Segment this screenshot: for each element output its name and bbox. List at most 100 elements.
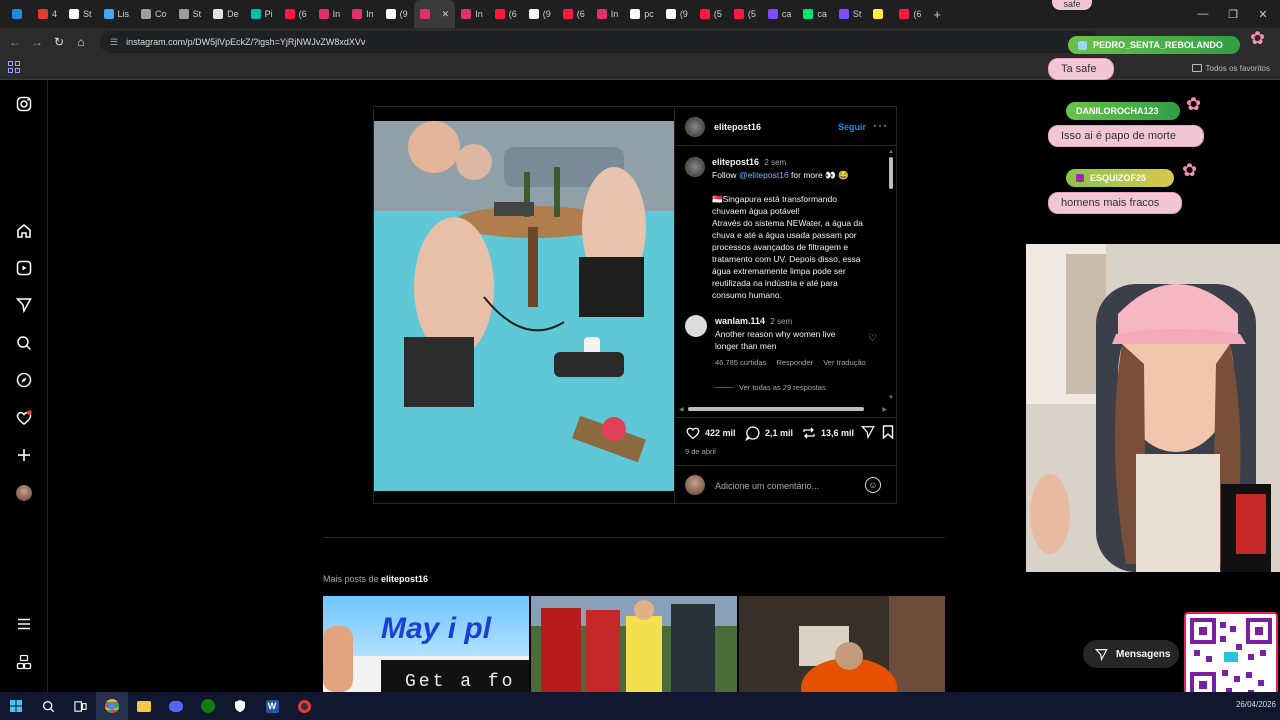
browser-tab[interactable]: (9 [380, 0, 414, 28]
view-replies-button[interactable]: Ver todas as 29 respostas [715, 383, 826, 392]
direct-messages-icon[interactable] [14, 295, 34, 315]
home-nav-icon[interactable] [14, 221, 34, 241]
task-view-icon[interactable] [64, 692, 96, 720]
horizontal-scroll-thumb[interactable] [687, 407, 864, 411]
more-post-thumbnail-1[interactable]: May i pl Get a fo [323, 596, 529, 692]
security-shield-icon[interactable] [224, 692, 256, 720]
browser-tab[interactable]: (9 [523, 0, 557, 28]
browser-tab[interactable]: St [173, 0, 208, 28]
reels-icon[interactable] [14, 258, 34, 278]
repost-action[interactable]: 13,6 mil [801, 425, 854, 441]
browser-tab[interactable]: Co [135, 0, 173, 28]
home-icon[interactable]: ⌂ [70, 31, 92, 53]
browser-tab[interactable]: pc [624, 0, 660, 28]
new-tab-icon[interactable]: + [927, 0, 947, 28]
horizontal-scrollbar[interactable]: ◀ ▶ [679, 405, 887, 413]
more-post-thumbnail-3[interactable] [739, 596, 945, 692]
comment-bubble-icon[interactable] [745, 425, 761, 441]
browser-tab[interactable]: (6 [557, 0, 591, 28]
url-field[interactable]: ☰ instagram.com/p/DW5jlVpEckZ/?igsh=YjRj… [100, 31, 1100, 53]
explore-icon[interactable] [14, 370, 34, 390]
browser-tab[interactable]: (5 [694, 0, 728, 28]
comments-count[interactable]: 2,1 mil [765, 428, 793, 438]
browser-tab[interactable]: 4 [32, 0, 63, 28]
follow-button[interactable]: Seguir [838, 122, 866, 132]
browser-tab[interactable]: De [207, 0, 245, 28]
minimize-icon[interactable]: — [1188, 0, 1218, 28]
add-comment-input[interactable]: Adicione um comentário... [715, 481, 819, 491]
more-menu-icon[interactable] [14, 614, 34, 634]
caption-mention-link[interactable]: @elitepost16 [739, 170, 789, 180]
browser-tab[interactable]: Pi [245, 0, 279, 28]
like-heart-icon[interactable] [685, 425, 701, 441]
comment-username[interactable]: wanlam.114 [715, 316, 765, 326]
like-action[interactable]: 422 mil [685, 425, 736, 441]
share-icon[interactable] [860, 425, 875, 444]
comment-like-heart-icon[interactable]: ♡ [868, 333, 877, 344]
browser-tab[interactable]: In [313, 0, 347, 28]
browser-tab[interactable]: (6 [279, 0, 313, 28]
browser-tab[interactable]: (9 [660, 0, 694, 28]
close-window-icon[interactable]: ✕ [1248, 0, 1278, 28]
instagram-logo-icon[interactable] [14, 94, 34, 114]
browser-tab[interactable]: ca [797, 0, 833, 28]
browser-tab[interactable] [6, 0, 32, 28]
caption-avatar[interactable] [685, 157, 705, 177]
discord-icon[interactable] [160, 692, 192, 720]
search-icon[interactable] [14, 333, 34, 353]
messages-button[interactable]: Mensagens [1083, 640, 1179, 668]
caption-username[interactable]: elitepost16 [712, 157, 759, 167]
reply-button[interactable]: Responder [776, 358, 813, 367]
restore-icon[interactable]: ❐ [1218, 0, 1248, 28]
browser-tab[interactable] [867, 0, 893, 28]
browser-tab[interactable]: In [346, 0, 380, 28]
more-options-icon[interactable]: ··· [873, 118, 888, 132]
emoji-picker-icon[interactable]: ☺ [865, 477, 881, 493]
scroll-left-arrow-icon[interactable]: ◀ [679, 406, 684, 413]
scroll-thumb[interactable] [889, 157, 893, 189]
browser-tab[interactable]: In [455, 0, 489, 28]
likes-count[interactable]: 422 mil [705, 428, 736, 438]
post-video[interactable] [374, 107, 674, 491]
more-posts-username[interactable]: elitepost16 [381, 574, 428, 584]
comment-action[interactable]: 2,1 mil [745, 425, 793, 441]
all-bookmarks[interactable]: Todos os favoritos [1191, 56, 1270, 80]
save-bookmark-icon[interactable] [882, 425, 894, 444]
profile-avatar[interactable] [14, 483, 34, 503]
file-explorer-icon[interactable] [128, 692, 160, 720]
notifications-heart-icon[interactable] [14, 408, 34, 428]
translate-button[interactable]: Ver tradução [823, 358, 866, 367]
browser-tab[interactable]: (6 [489, 0, 523, 28]
comment-likes[interactable]: 46.785 curtidas [715, 358, 766, 367]
close-tab-icon[interactable]: ✕ [442, 9, 450, 20]
browser-tab[interactable]: (6 [893, 0, 927, 28]
taskbar-search-icon[interactable] [32, 692, 64, 720]
windows-start-icon[interactable] [0, 692, 32, 720]
forward-icon[interactable]: → [26, 31, 48, 53]
recording-app-icon[interactable] [288, 692, 320, 720]
chrome-taskbar-icon[interactable] [96, 692, 128, 720]
site-info-icon[interactable]: ☰ [110, 37, 118, 48]
browser-tab[interactable]: ✕ [413, 0, 456, 28]
apps-grid-icon[interactable] [8, 61, 20, 73]
author-avatar[interactable] [685, 117, 705, 137]
browser-tab[interactable]: St [63, 0, 98, 28]
browser-tab[interactable]: (5 [728, 0, 762, 28]
reload-icon[interactable]: ↻ [48, 31, 70, 53]
repost-icon[interactable] [801, 425, 817, 441]
browser-tab[interactable]: St [833, 0, 868, 28]
xbox-icon[interactable] [192, 692, 224, 720]
word-icon[interactable]: W [256, 692, 288, 720]
scroll-right-arrow-icon[interactable]: ▶ [882, 406, 887, 413]
more-post-thumbnail-2[interactable] [531, 596, 737, 692]
scroll-up-arrow-icon[interactable]: ▲ [888, 149, 894, 155]
post-header-username[interactable]: elitepost16 [714, 122, 761, 132]
browser-tab[interactable]: ca [762, 0, 798, 28]
also-from-meta-icon[interactable] [14, 652, 34, 672]
create-plus-icon[interactable] [14, 445, 34, 465]
comments-vertical-scrollbar[interactable]: ▲ ▼ [888, 149, 894, 401]
commenter-avatar[interactable] [685, 315, 707, 337]
reposts-count[interactable]: 13,6 mil [821, 428, 854, 438]
browser-tab[interactable]: Lis [98, 0, 136, 28]
back-icon[interactable]: ← [4, 31, 26, 53]
